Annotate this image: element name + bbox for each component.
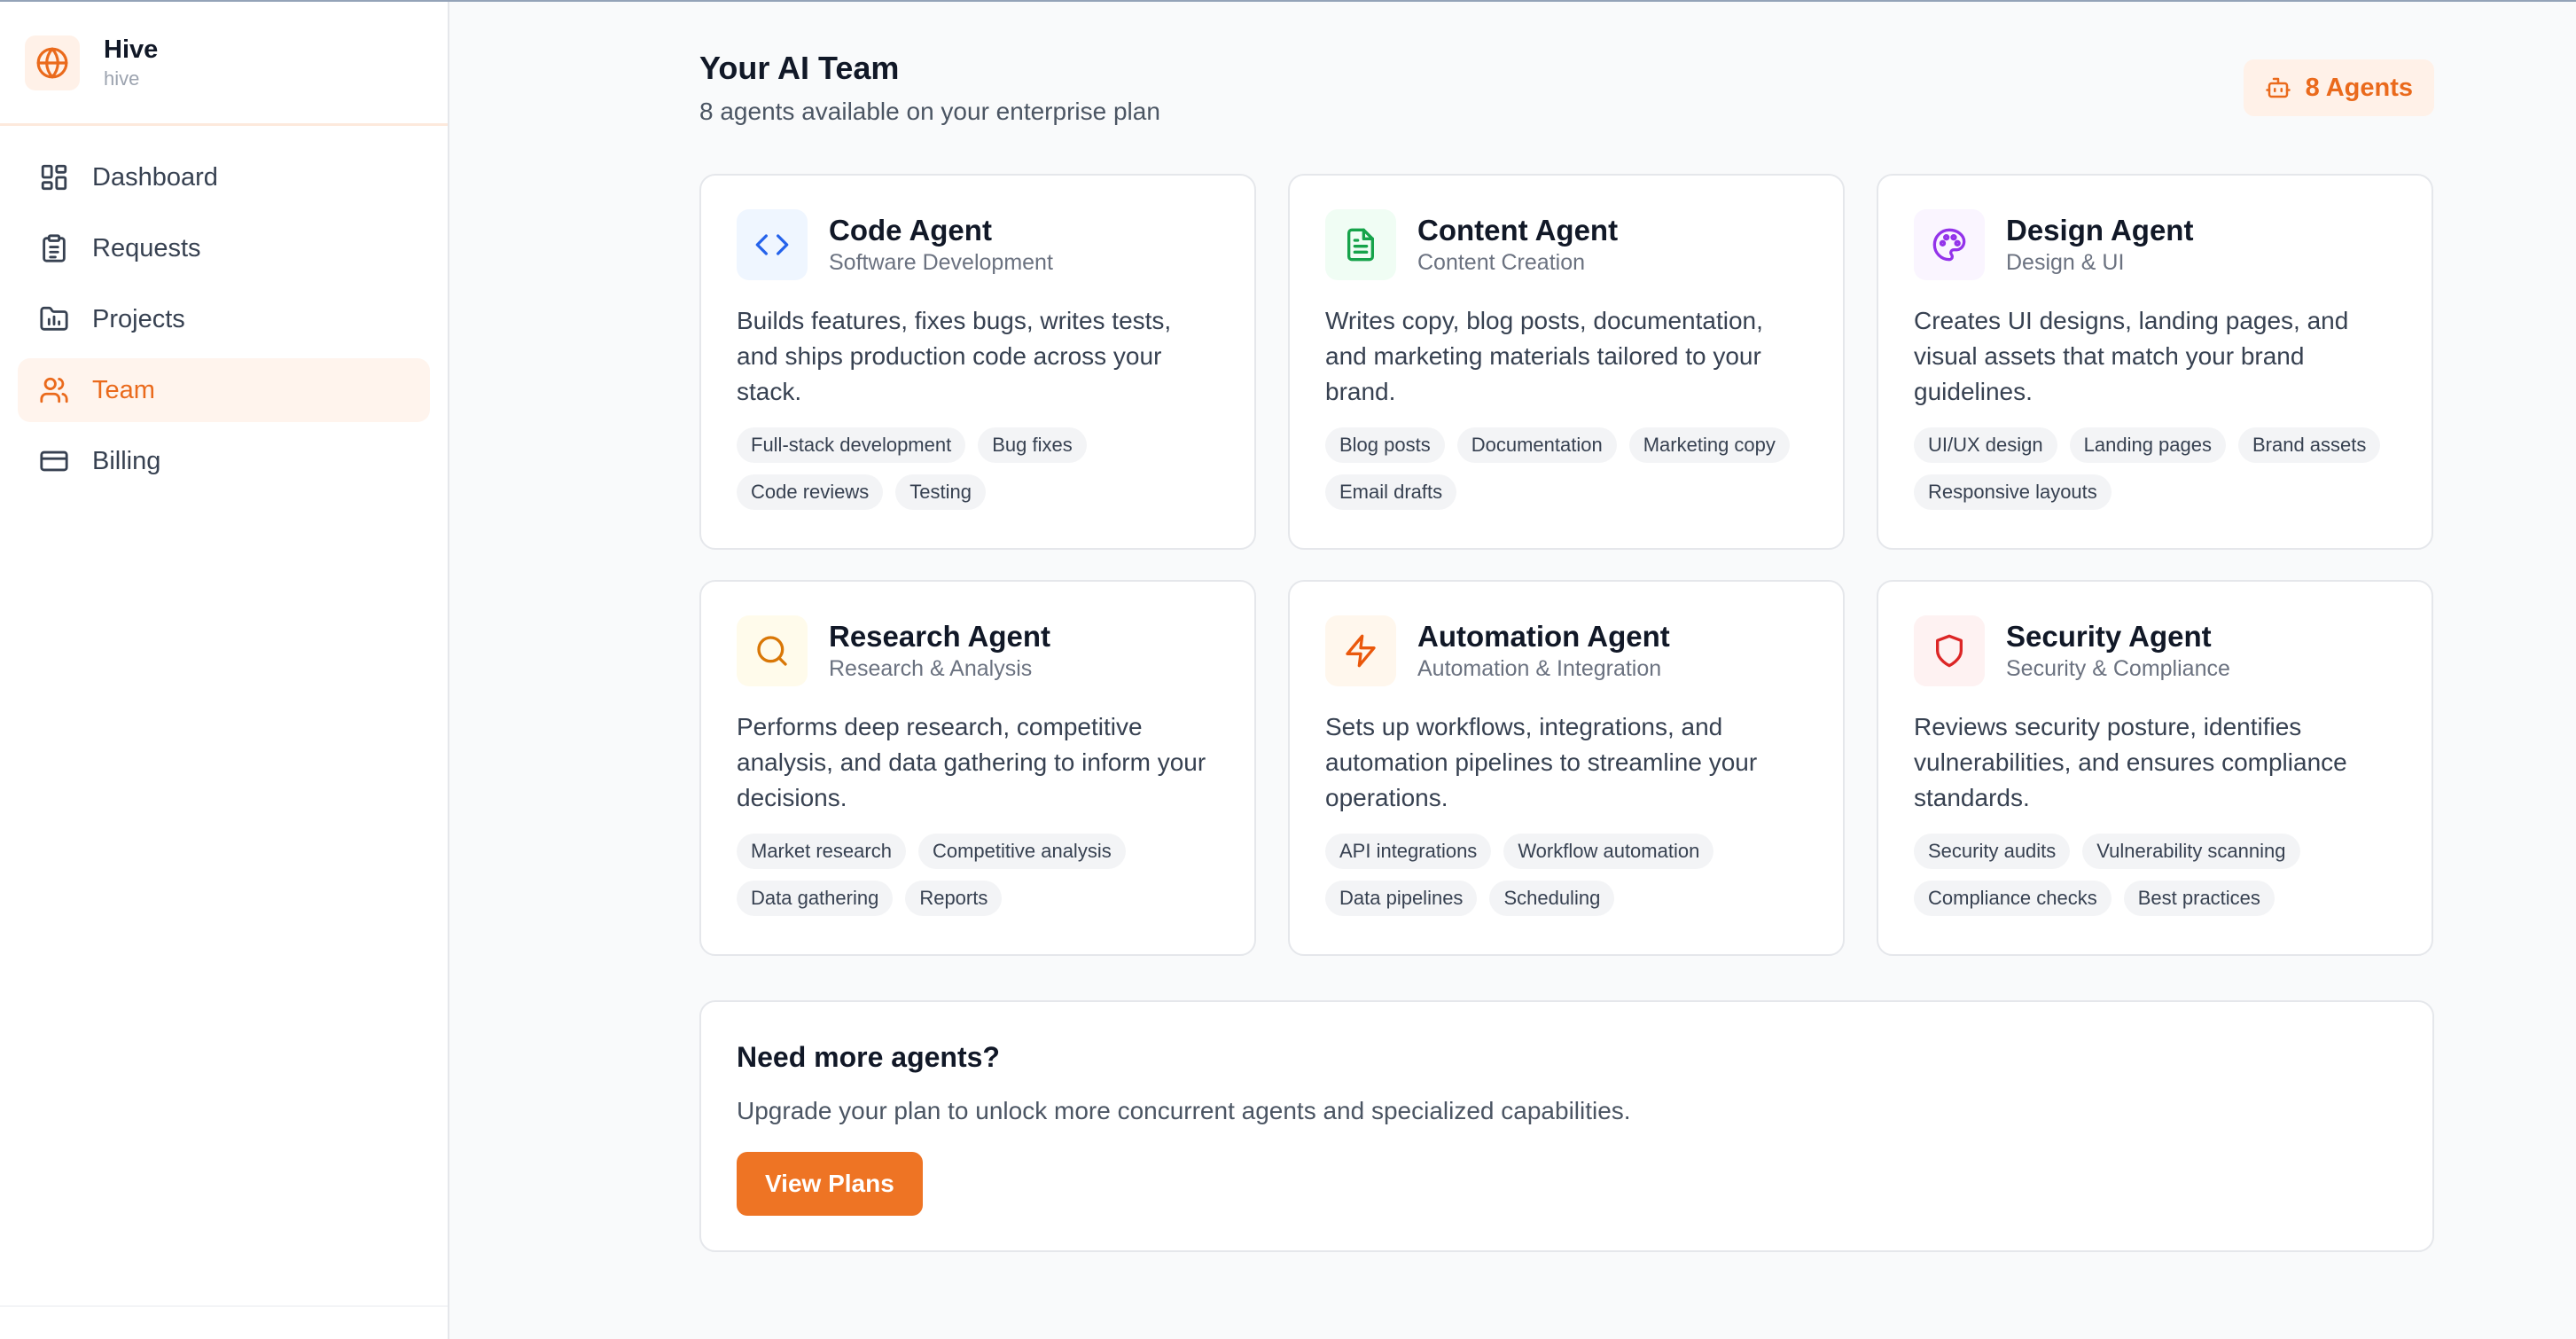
capability-tag: Competitive analysis xyxy=(917,834,1126,869)
sidebar-item-projects[interactable]: Projects xyxy=(18,287,430,351)
agent-description: Sets up workflows, integrations, and aut… xyxy=(1325,713,1758,811)
view-plans-button[interactable]: View Plans xyxy=(737,1152,923,1216)
agent-tags: API integrations Workflow automation Dat… xyxy=(1325,834,1807,916)
agent-card-content[interactable]: Content Agent Content Creation Writes co… xyxy=(1288,174,1845,550)
agent-description: Builds features, fixes bugs, writes test… xyxy=(737,307,1172,405)
capability-tag: Market research xyxy=(737,834,906,869)
globe-icon xyxy=(25,35,80,90)
shield-icon xyxy=(1914,615,1985,686)
agent-title: Security Agent xyxy=(2006,620,2212,653)
capability-tag: Vulnerability scanning xyxy=(2082,834,2300,869)
sidebar-item-billing[interactable]: Billing xyxy=(18,429,430,493)
capability-tag: Security audits xyxy=(1914,834,2071,869)
agent-title: Design Agent xyxy=(2006,214,2194,247)
sidebar-item-label: Projects xyxy=(92,304,185,333)
page-title: Your AI Team xyxy=(699,50,900,86)
agent-card-design[interactable]: Design Agent Design & UI Creates UI desi… xyxy=(1877,174,2433,550)
code-icon xyxy=(737,209,808,280)
capability-tag: Blog posts xyxy=(1325,427,1445,463)
capability-tag: Code reviews xyxy=(737,474,884,510)
capability-tag: Responsive layouts xyxy=(1914,474,2112,510)
sidebar-footer-divider xyxy=(0,1305,448,1307)
lightning-icon xyxy=(1325,615,1396,686)
sidebar-item-label: Requests xyxy=(92,233,201,262)
workspace-name: Hive xyxy=(104,35,159,64)
capability-tag: Landing pages xyxy=(2069,427,2226,463)
bot-icon xyxy=(2265,74,2291,101)
document-icon xyxy=(1325,209,1396,280)
workspace-switcher[interactable]: Hive hive xyxy=(0,2,448,126)
users-icon xyxy=(37,373,71,407)
capability-tag: Full-stack development xyxy=(737,427,966,463)
agents-count-badge: 8 Agents xyxy=(2243,59,2434,116)
search-icon xyxy=(737,615,808,686)
workspace-slug: hive xyxy=(104,67,140,90)
agent-description: Writes copy, blog posts, documentation, … xyxy=(1325,307,1763,405)
folder-icon xyxy=(37,302,71,336)
agent-subtitle: Research & Analysis xyxy=(829,656,1033,681)
agent-tags: Full-stack development Bug fixes Code re… xyxy=(737,427,1219,510)
capability-tag: API integrations xyxy=(1325,834,1492,869)
agent-card-research[interactable]: Research Agent Research & Analysis Perfo… xyxy=(699,580,1256,956)
agent-title: Research Agent xyxy=(829,620,1051,653)
agent-title: Code Agent xyxy=(829,214,992,247)
capability-tag: Marketing copy xyxy=(1628,427,1790,463)
capability-tag: Documentation xyxy=(1456,427,1617,463)
capability-tag: Scheduling xyxy=(1489,881,1615,916)
palette-icon xyxy=(1914,209,1985,280)
main-content: Your AI Team 8 agents available on your … xyxy=(449,2,2576,1339)
capability-tag: Compliance checks xyxy=(1914,881,2112,916)
upgrade-title: Need more agents? xyxy=(737,1041,1000,1073)
capability-tag: Workflow automation xyxy=(1503,834,1714,869)
agent-subtitle: Security & Compliance xyxy=(2006,656,2230,681)
dashboard-icon xyxy=(37,161,71,194)
agent-tags: Blog posts Documentation Marketing copy … xyxy=(1325,427,1807,510)
capability-tag: Bug fixes xyxy=(978,427,1087,463)
sidebar: Hive hive Dashboard Requests Projects Te… xyxy=(0,2,449,1339)
sidebar-nav: Dashboard Requests Projects Team Billing xyxy=(0,126,448,520)
upgrade-panel: Need more agents? Upgrade your plan to u… xyxy=(699,1000,2434,1252)
agent-card-security[interactable]: Security Agent Security & Compliance Rev… xyxy=(1877,580,2433,956)
agent-subtitle: Design & UI xyxy=(2006,250,2125,275)
agent-subtitle: Software Development xyxy=(829,250,1053,275)
capability-tag: Testing xyxy=(895,474,986,510)
agent-description: Performs deep research, competitive anal… xyxy=(737,713,1206,811)
upgrade-text: Upgrade your plan to unlock more concurr… xyxy=(737,1097,1631,1124)
sidebar-item-requests[interactable]: Requests xyxy=(18,216,430,280)
agent-card-automation[interactable]: Automation Agent Automation & Integratio… xyxy=(1288,580,1845,956)
capability-tag: Email drafts xyxy=(1325,474,1457,510)
agent-description: Reviews security posture, identifies vul… xyxy=(1914,713,2347,811)
agent-subtitle: Automation & Integration xyxy=(1417,656,1662,681)
agent-tags: Market research Competitive analysis Dat… xyxy=(737,834,1219,916)
sidebar-item-dashboard[interactable]: Dashboard xyxy=(18,145,430,209)
agents-count-label: 8 Agents xyxy=(2305,73,2413,102)
clipboard-icon xyxy=(37,231,71,265)
sidebar-item-label: Billing xyxy=(92,446,161,475)
credit-card-icon xyxy=(37,444,71,478)
agent-description: Creates UI designs, landing pages, and v… xyxy=(1914,307,2349,405)
agent-card-code[interactable]: Code Agent Software Development Builds f… xyxy=(699,174,1256,550)
agent-subtitle: Content Creation xyxy=(1417,250,1586,275)
capability-tag: Brand assets xyxy=(2237,427,2381,463)
agent-title: Automation Agent xyxy=(1417,620,1670,653)
agent-tags: Security audits Vulnerability scanning C… xyxy=(1914,834,2396,916)
agent-grid: Code Agent Software Development Builds f… xyxy=(699,174,2434,956)
capability-tag: UI/UX design xyxy=(1914,427,2057,463)
page-subtitle: 8 agents available on your enterprise pl… xyxy=(699,98,1160,125)
sidebar-item-label: Dashboard xyxy=(92,162,218,192)
agent-title: Content Agent xyxy=(1417,214,1619,247)
capability-tag: Data gathering xyxy=(737,881,894,916)
capability-tag: Data pipelines xyxy=(1325,881,1478,916)
page-header: Your AI Team 8 agents available on your … xyxy=(699,2,2434,174)
sidebar-item-team[interactable]: Team xyxy=(18,358,430,422)
sidebar-item-label: Team xyxy=(92,375,155,404)
capability-tag: Best practices xyxy=(2123,881,2275,916)
agent-tags: UI/UX design Landing pages Brand assets … xyxy=(1914,427,2396,510)
capability-tag: Reports xyxy=(905,881,1003,916)
